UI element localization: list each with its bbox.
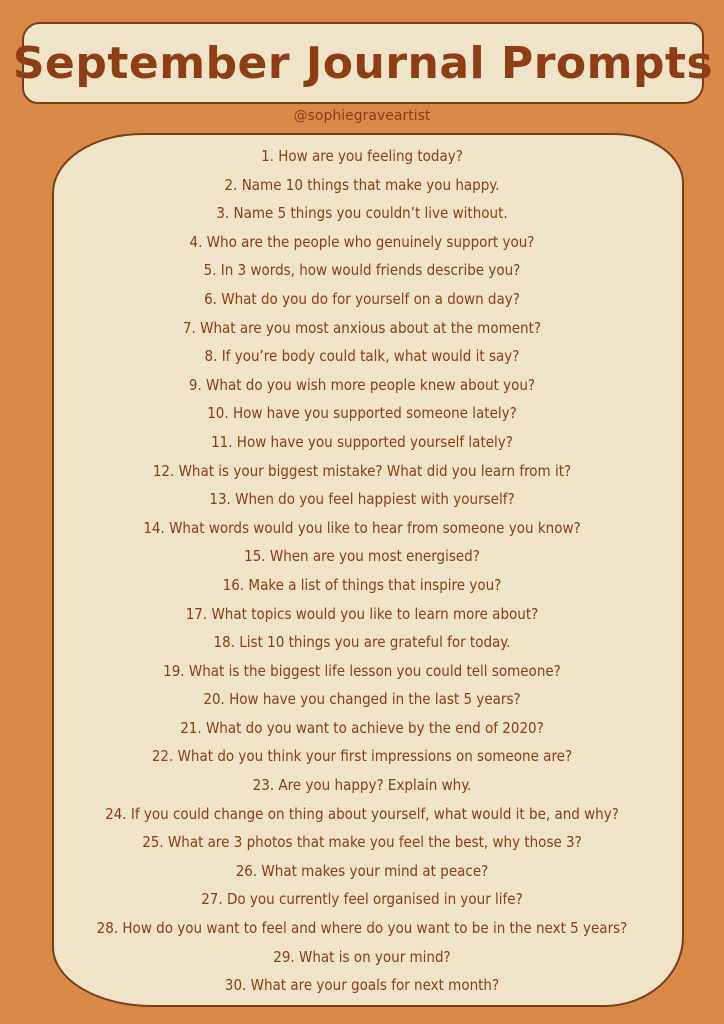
prompt-item: 13. When do you feel happiest with yours…: [209, 490, 515, 509]
prompt-item: 26. What makes your mind at peace?: [235, 861, 489, 880]
prompt-item: 15. When are you most energised?: [244, 547, 480, 566]
prompt-item: 20. How have you changed in the last 5 y…: [203, 690, 521, 709]
page-title: September Journal Prompts: [12, 37, 714, 89]
prompt-item: 18. List 10 things you are grateful for …: [213, 633, 511, 652]
prompt-item: 5. In 3 words, how would friends describ…: [203, 261, 521, 280]
prompt-item: 7. What are you most anxious about at th…: [182, 318, 542, 337]
prompt-item: 24. If you could change on thing about y…: [105, 804, 619, 823]
prompt-item: 27. Do you currently feel organised in y…: [201, 890, 523, 909]
prompt-item: 16. Make a list of things that inspire y…: [222, 575, 502, 594]
prompt-item: 23. Are you happy? Explain why.: [252, 776, 472, 795]
prompt-item: 19. What is the biggest life lesson you …: [163, 661, 561, 680]
prompt-item: 14. What words would you like to hear fr…: [143, 518, 581, 537]
author-handle: @sophiegraveartist: [293, 108, 431, 124]
prompt-item: 25. What are 3 photos that make you feel…: [142, 833, 582, 852]
prompt-item: 8. If you’re body could talk, what would…: [204, 347, 520, 366]
prompt-item: 10. How have you supported someone latel…: [207, 404, 517, 423]
prompt-item: 21. What do you want to achieve by the e…: [180, 718, 544, 737]
prompt-item: 22. What do you think your first impress…: [151, 747, 573, 766]
prompt-item: 30. What are your goals for next month?: [224, 976, 500, 995]
title-banner: September Journal Prompts: [13, 22, 713, 104]
prompt-item: 9. What do you wish more people knew abo…: [188, 375, 536, 394]
prompt-item: 2. Name 10 things that make you happy.: [224, 175, 500, 194]
prompt-item: 3. Name 5 things you couldn’t live witho…: [216, 204, 508, 223]
prompt-item: 29. What is on your mind?: [273, 947, 451, 966]
prompt-item: 4. Who are the people who genuinely supp…: [189, 232, 535, 251]
prompt-item: 11. How have you supported yourself late…: [211, 432, 513, 451]
prompt-item: 12. What is your biggest mistake? What d…: [152, 461, 572, 480]
prompt-item: 1. How are you feeling today?: [261, 147, 463, 165]
prompt-item: 28. How do you want to feel and where do…: [96, 919, 628, 938]
prompt-item: 17. What topics would you like to learn …: [185, 604, 539, 623]
prompt-list: 1. How are you feeling today? 2. Name 10…: [0, 142, 724, 1000]
prompt-item: 6. What do you do for yourself on a down…: [204, 289, 520, 308]
